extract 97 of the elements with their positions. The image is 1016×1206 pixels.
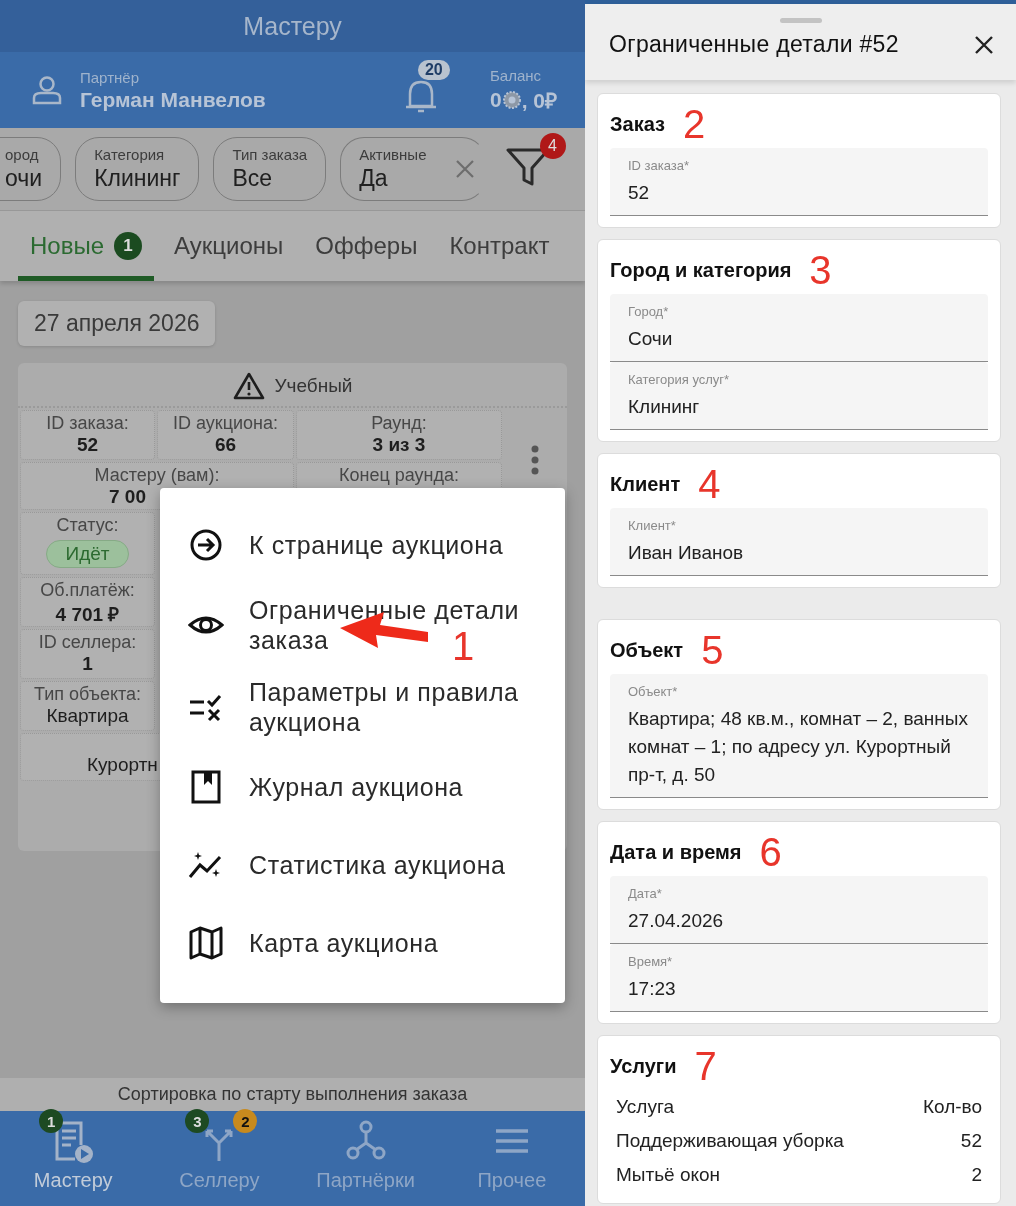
table-cell: 52 <box>960 1130 982 1152</box>
coin-icon <box>501 89 522 110</box>
annotation-number: 2 <box>683 104 706 144</box>
cell-value: 7 00 <box>108 486 146 508</box>
tab-badge: 1 <box>114 232 143 260</box>
cell-label: Статус: <box>56 515 119 536</box>
nav-badge: 1 <box>39 1109 64 1133</box>
sort-label: Сортировка по старту выполнения заказа <box>117 1084 468 1105</box>
field-label: Категория услуг* <box>628 372 731 387</box>
section-title: Дата и время <box>610 840 742 864</box>
cell-label: Мастеру (вам): <box>94 465 220 486</box>
text-field[interactable]: Категория услуг* Клининг <box>610 362 988 430</box>
annotation-number: 3 <box>809 250 832 290</box>
field-value: Квартира; 48 кв.м., комнат – 2, ванных комнат – 1; по адресу ул. Курортный пр-т, д. 50 <box>628 707 969 787</box>
notification-badge: 20 <box>417 60 450 80</box>
user-icon <box>32 75 62 105</box>
menu-item[interactable]: Журнал аукциона <box>160 748 565 826</box>
balance-amount: , 0₽ <box>521 87 557 114</box>
text-field[interactable]: ID заказа* 52 <box>610 148 988 216</box>
table-cell: Поддерживающая уборка <box>616 1130 844 1152</box>
field-value: 52 <box>628 181 651 205</box>
filter-chip[interactable]: ород очи <box>0 137 62 201</box>
annotation-number: 5 <box>701 630 724 670</box>
annotation-number: 1 <box>452 624 475 669</box>
text-field[interactable]: Клиент* Иван Иванов <box>610 508 988 576</box>
section-title: Услуги <box>610 1054 677 1078</box>
arrow-circle-icon <box>188 527 224 563</box>
field-label: Дата* <box>628 886 663 901</box>
annotation-number: 7 <box>694 1046 717 1086</box>
field-value: Иван Иванов <box>628 541 745 565</box>
section-title: Город и категория <box>610 258 792 282</box>
banner-text: Учебный <box>274 375 353 397</box>
section-title: Объект <box>610 638 684 662</box>
nav-badge: 3 <box>185 1109 210 1133</box>
text-field[interactable]: Город* Сочи <box>610 294 988 362</box>
menu-item[interactable]: К странице аукциона <box>160 506 565 584</box>
column-header: Услуга <box>616 1096 674 1118</box>
filter-chip[interactable]: Тип заказа Все <box>213 137 327 201</box>
tab[interactable]: Аукционы <box>162 211 296 281</box>
column-header: Кол-во <box>922 1096 982 1118</box>
menu-item[interactable]: Статистика аукциона <box>160 826 565 904</box>
map-icon <box>188 925 224 961</box>
partner-name: Герман Манвелов <box>80 87 266 112</box>
table-cell: 2 <box>971 1164 982 1186</box>
section-title: Клиент <box>610 472 681 496</box>
close-icon[interactable] <box>974 34 994 55</box>
cell-value: 52 <box>76 434 99 456</box>
menu-item[interactable]: Карта аукциона <box>160 904 565 982</box>
filter-chip[interactable]: Категория Клининг <box>75 137 200 201</box>
balance-amount: 0 <box>489 87 502 112</box>
field-value: Сочи <box>628 327 674 351</box>
cell-label: Конец раунда: <box>338 465 459 486</box>
more-icon[interactable] <box>529 445 540 475</box>
cell-label: Об.платёж: <box>40 580 135 601</box>
tab[interactable]: Офферы <box>303 211 430 281</box>
tab[interactable]: Новые 1 <box>18 211 155 281</box>
sheet-handle[interactable] <box>779 18 822 23</box>
nav-item[interactable]: 3 2 Селлеру <box>146 1111 293 1206</box>
tab[interactable]: Контракт <box>437 211 562 281</box>
field-label: ID заказа* <box>628 158 691 173</box>
nav-badge: 2 <box>233 1109 258 1133</box>
annotation-number: 6 <box>759 832 782 872</box>
nav-item[interactable]: 1 Мастеру <box>0 1111 147 1206</box>
text-field[interactable]: Дата* 27.04.2026 <box>610 876 988 944</box>
filter-badge: 4 <box>539 133 566 159</box>
warning-icon <box>232 372 265 400</box>
cell-label: ID аукциона: <box>173 413 278 434</box>
balance-label: Баланс <box>489 66 543 84</box>
field-label: Город* <box>628 304 670 319</box>
cell-label: ID заказа: <box>46 413 129 434</box>
text-field[interactable]: Время* 17:23 <box>610 944 988 1012</box>
section-title: Заказ <box>610 112 665 136</box>
field-label: Время* <box>628 954 674 969</box>
sheet-title: Ограниченные детали #52 <box>609 31 900 58</box>
field-value: Клининг <box>628 395 701 419</box>
screen-title: Мастеру <box>243 11 342 41</box>
cell-value: 4 701 ₽ <box>55 603 120 627</box>
cell-label: ID селлера: <box>38 632 137 653</box>
field-value: 27.04.2026 <box>628 909 725 933</box>
cell-label: Тип объекта: <box>33 684 142 705</box>
text-field[interactable]: Объект* Квартира; 48 кв.м., комнат – 2, ванных комнат – 1; по адресу ул. Курортный пр-т, д. 50 <box>610 674 988 798</box>
field-value: 17:23 <box>628 977 677 1001</box>
partner-label: Партнёр <box>80 68 140 86</box>
cell-value: Курортн <box>87 754 158 776</box>
cell-value: 3 из 3 <box>372 434 426 456</box>
table-cell: Мытьё окон <box>616 1164 721 1186</box>
field-label: Клиент* <box>628 518 677 533</box>
cell-value: 1 <box>82 653 93 675</box>
menu-item[interactable]: Параметры и правила аукциона <box>160 666 565 748</box>
date-label: 27 апреля 2026 <box>18 301 216 346</box>
status-badge: Идёт <box>46 540 129 568</box>
annotation-number: 4 <box>698 464 721 504</box>
clear-icon[interactable] <box>454 159 475 179</box>
cell-value: 66 <box>214 434 237 456</box>
field-label: Объект* <box>628 684 679 699</box>
cell-value: Квартира <box>46 705 129 727</box>
cell-label: Раунд: <box>371 413 427 434</box>
